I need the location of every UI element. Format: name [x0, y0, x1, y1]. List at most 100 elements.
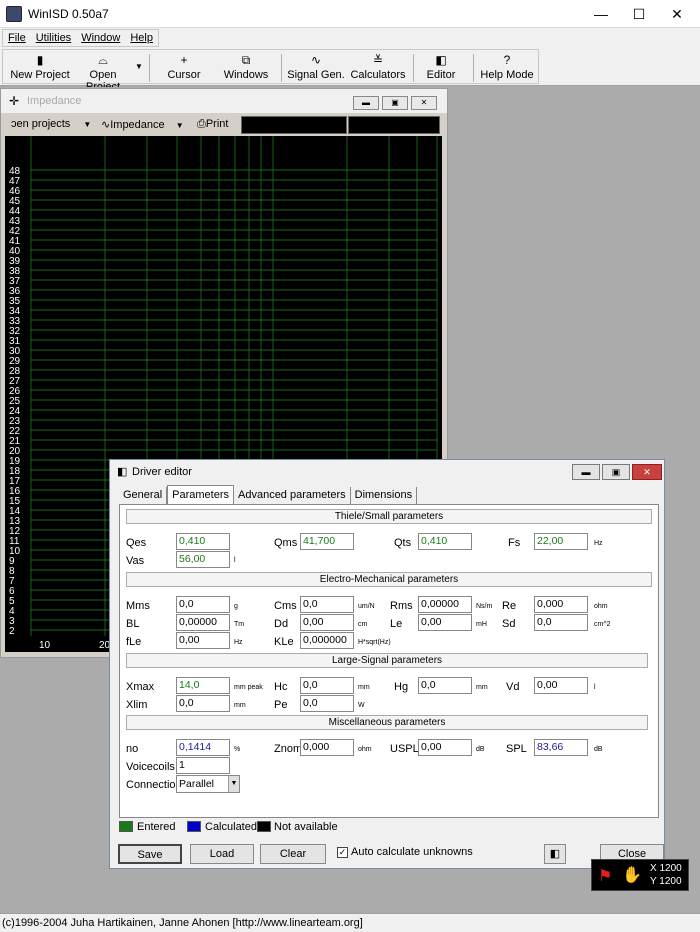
bl-label: BL	[126, 618, 140, 630]
xmax-field[interactable]: 14,0	[176, 677, 230, 694]
open-projects-dropdown[interactable]: ɔen projects ▼	[11, 118, 91, 130]
cms-field[interactable]: 0,0	[300, 596, 354, 613]
help-mode-button[interactable]: ? Help Mode	[477, 52, 537, 84]
qts-field[interactable]: 0,410	[418, 533, 472, 550]
driver-editor-window[interactable]: ◧ Driver editor ▬ ▣ ✕ General Parameters…	[109, 459, 665, 869]
vd-field[interactable]: 0,00	[534, 677, 588, 694]
driver-editor-titlebar[interactable]: ◧ Driver editor ▬ ▣ ✕	[110, 460, 664, 484]
coord-x: X 1200	[650, 863, 682, 874]
app-icon	[6, 6, 22, 22]
mms-field[interactable]: 0,0	[176, 596, 230, 613]
mms-unit: g	[234, 603, 238, 610]
editor-minimize-button[interactable]: ▬	[572, 464, 600, 480]
kle-unit: H*sqrt(Hz)	[358, 639, 391, 646]
fs-label: Fs	[508, 537, 521, 549]
le-field[interactable]: 0,00	[418, 614, 472, 631]
vas-field[interactable]: 56,00	[176, 551, 230, 568]
impedance-restore-button[interactable]: ▣	[382, 96, 408, 110]
open-project-icon: ⌓	[98, 53, 108, 67]
uspl-unit: dB	[476, 746, 485, 753]
no-label: no	[126, 743, 139, 755]
fs-field[interactable]: 22,00	[534, 533, 588, 550]
auto-calculate-checkbox[interactable]: ✓	[337, 847, 348, 858]
kle-label: KLe	[274, 636, 294, 648]
tab-parameters[interactable]: Parameters	[167, 485, 234, 504]
hc-label: Hc	[274, 681, 288, 693]
menu-utilities[interactable]: Utilities	[31, 30, 76, 46]
editor-button[interactable]: ◧ Editor	[417, 52, 465, 84]
open-project-button[interactable]: ⌓ Open Project	[71, 52, 135, 93]
tab-general[interactable]: General	[119, 487, 168, 504]
save-button[interactable]: Save	[118, 844, 182, 864]
close-button[interactable]: ✕	[654, 0, 700, 28]
legend-not-available-swatch	[257, 821, 271, 832]
impedance-titlebar[interactable]: ✛ Impedance ▬ ▣ ✕	[1, 89, 447, 113]
statusbar: (c)1996-2004 Juha Hartikainen, Janne Aho…	[0, 913, 700, 932]
rms-field[interactable]: 0,00000	[418, 596, 472, 613]
no-field[interactable]: 0,1414	[176, 739, 230, 756]
impedance-close-button[interactable]: ✕	[411, 96, 437, 110]
new-project-button[interactable]: ▮ New Project	[9, 52, 71, 84]
le-unit: mH	[476, 621, 487, 628]
qts-label: Qts	[394, 537, 412, 549]
signal-gen-icon: ∿	[310, 53, 322, 67]
sd-field[interactable]: 0,0	[534, 614, 588, 631]
menu-window[interactable]: Window	[76, 30, 125, 46]
editor-maximize-button[interactable]: ▣	[602, 464, 630, 480]
calculators-button[interactable]: ≚ Calculators	[347, 52, 409, 84]
znom-field[interactable]: 0,000	[300, 739, 354, 756]
windows-button[interactable]: ⧉ Windows	[215, 52, 277, 84]
editor-icon-button[interactable]: ◧	[544, 844, 566, 864]
qms-label: Qms	[274, 537, 298, 549]
open-project-dropdown[interactable]: ▼	[133, 52, 145, 84]
kle-field[interactable]: 0,000000	[300, 632, 354, 649]
load-button[interactable]: Load	[190, 844, 254, 864]
voicecoils-label: Voicecoils	[126, 761, 175, 773]
xlim-field[interactable]: 0,0	[176, 695, 230, 712]
fle-field[interactable]: 0,00	[176, 632, 230, 649]
cursor-button[interactable]: + Cursor	[153, 52, 215, 84]
legend-entered-swatch	[119, 821, 133, 832]
uspl-field[interactable]: 0,00	[418, 739, 472, 756]
print-button[interactable]: ⎙Print	[197, 118, 228, 131]
dd-field[interactable]: 0,00	[300, 614, 354, 631]
re-unit: ohm	[594, 603, 608, 610]
clear-button[interactable]: Clear	[260, 844, 326, 864]
hc-field[interactable]: 0,0	[300, 677, 354, 694]
menu-file[interactable]: File	[3, 30, 31, 46]
menu-help[interactable]: Help	[125, 30, 158, 46]
section-electro-mechanical: Electro-Mechanical parameters	[126, 572, 652, 587]
hg-unit: mm	[476, 684, 488, 691]
legend-calculated-swatch	[187, 821, 201, 832]
impedance-toolbar: ɔen projects ▼ ∿Impedance ▼ ⎙Print	[5, 115, 443, 135]
tab-dimensions[interactable]: Dimensions	[351, 487, 418, 504]
bl-field[interactable]: 0,00000	[176, 614, 230, 631]
spl-field[interactable]: 83,66	[534, 739, 588, 756]
xmax-label: Xmax	[126, 681, 155, 693]
rms-label: Rms	[390, 600, 413, 612]
chevron-down-icon: ▼	[175, 121, 184, 130]
editor-close-button[interactable]: ✕	[632, 464, 662, 480]
signal-gen-button[interactable]: ∿ Signal Gen.	[285, 52, 347, 84]
hand-icon: ✋	[622, 867, 642, 884]
pe-field[interactable]: 0,0	[300, 695, 354, 712]
hg-field[interactable]: 0,0	[418, 677, 472, 694]
voicecoils-field[interactable]: 1	[176, 757, 230, 774]
re-field[interactable]: 0,000	[534, 596, 588, 613]
qes-field[interactable]: 0,410	[176, 533, 230, 550]
pe-unit: W	[358, 702, 365, 709]
impedance-minimize-button[interactable]: ▬	[353, 96, 379, 110]
menubar: File Utilities Window Help	[0, 28, 700, 48]
sd-unit: cm^2	[594, 621, 611, 628]
graph-select-dropdown[interactable]: ∿Impedance ▼	[101, 118, 184, 131]
editor-icon: ◧	[435, 53, 447, 67]
cursor-icon: +	[180, 53, 188, 67]
calculators-icon: ≚	[372, 53, 384, 67]
wave-icon: ∿	[101, 119, 111, 131]
qms-field[interactable]: 41,700	[300, 533, 354, 550]
tab-advanced-parameters[interactable]: Advanced parameters	[234, 487, 351, 504]
connection-select[interactable]: Parallel ▼	[176, 775, 240, 793]
dd-label: Dd	[274, 618, 289, 630]
uspl-label: USPL	[390, 743, 419, 755]
logo-icon: ⚑	[598, 868, 613, 885]
